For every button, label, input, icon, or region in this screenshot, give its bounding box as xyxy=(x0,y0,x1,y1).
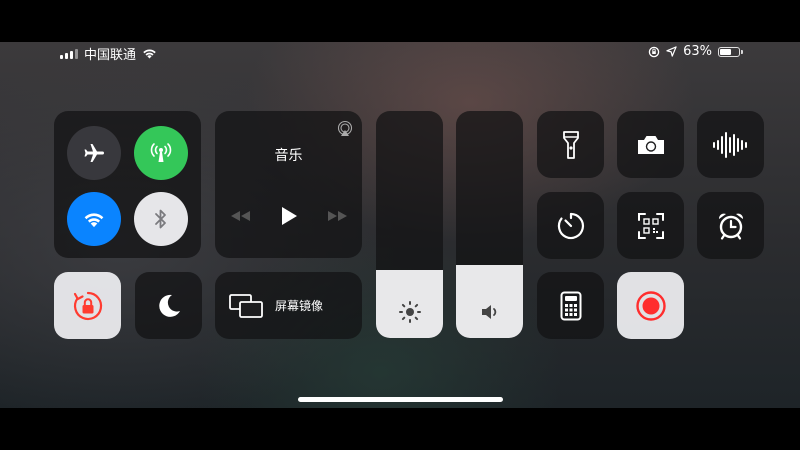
bluetooth-toggle[interactable] xyxy=(134,192,188,246)
alarm-icon xyxy=(718,213,743,240)
timer-icon xyxy=(557,212,584,239)
screen-mirroring-label: 屏幕镜像 xyxy=(275,299,324,313)
camera-icon xyxy=(637,135,664,154)
rotation-lock-icon xyxy=(73,291,102,320)
airplane-mode-toggle[interactable] xyxy=(67,126,121,180)
flashlight-icon xyxy=(562,130,579,159)
screen-mirror-icon xyxy=(229,294,263,318)
timer-button[interactable] xyxy=(537,192,604,259)
battery-percent: 63% xyxy=(683,44,712,59)
home-indicator[interactable] xyxy=(298,397,503,402)
play-icon[interactable] xyxy=(279,205,299,227)
rewind-icon[interactable] xyxy=(229,209,253,223)
bluetooth-icon xyxy=(155,209,166,229)
do-not-disturb-button[interactable] xyxy=(135,272,202,339)
music-module[interactable]: 音乐 xyxy=(215,111,362,258)
sun-icon xyxy=(398,301,421,323)
music-title: 音乐 xyxy=(274,148,303,164)
screen-record-icon xyxy=(635,290,666,321)
calculator-icon xyxy=(560,291,581,320)
camera-button[interactable] xyxy=(617,111,684,178)
battery-fill xyxy=(720,48,731,55)
screen-recording-button[interactable] xyxy=(617,272,684,339)
status-bar-right: 63% xyxy=(648,44,743,59)
location-icon xyxy=(666,46,677,57)
wifi-icon xyxy=(84,212,104,227)
flashlight-button[interactable] xyxy=(537,111,604,178)
status-bar-left: 中国联通 xyxy=(60,44,157,63)
alarm-button[interactable] xyxy=(697,192,764,259)
screen-mirroring-button[interactable]: 屏幕镜像 xyxy=(215,272,362,339)
airplane-icon xyxy=(84,144,104,162)
cellular-icon xyxy=(150,143,172,162)
calculator-button[interactable] xyxy=(537,272,604,339)
rotation-lock-status-icon xyxy=(648,46,660,57)
qr-scanner-icon xyxy=(637,212,664,239)
fast-forward-icon[interactable] xyxy=(325,209,349,223)
moon-icon xyxy=(158,294,180,317)
rotation-lock-button[interactable] xyxy=(54,272,121,339)
voice-memo-icon xyxy=(712,131,747,158)
wifi-toggle[interactable] xyxy=(67,192,121,246)
brightness-slider[interactable] xyxy=(376,111,443,338)
speaker-icon xyxy=(481,305,496,319)
qr-scanner-button[interactable] xyxy=(617,192,684,259)
battery-icon xyxy=(718,46,743,57)
airplay-icon[interactable] xyxy=(336,120,354,138)
carrier-label: 中国联通 xyxy=(84,48,137,63)
volume-slider[interactable] xyxy=(456,111,523,338)
wifi-status-icon xyxy=(143,49,156,59)
voice-memo-button[interactable] xyxy=(697,111,764,178)
signal-icon xyxy=(60,48,78,59)
cellular-data-toggle[interactable] xyxy=(134,126,188,180)
